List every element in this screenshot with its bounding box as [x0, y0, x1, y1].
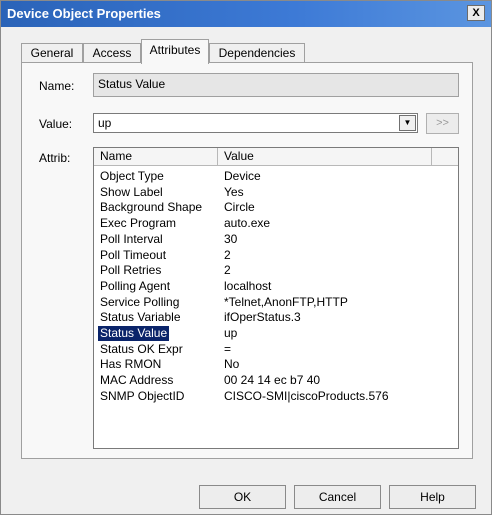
list-item[interactable]: Polling Agent localhost — [94, 279, 458, 294]
attribute-value: 2 — [224, 263, 231, 277]
list-item[interactable]: Service Polling *Telnet,AnonFTP,HTTP — [94, 295, 458, 310]
list-item[interactable]: Exec Program auto.exe — [94, 216, 458, 231]
ok-button[interactable]: OK — [199, 485, 286, 509]
attribute-value: Yes — [224, 185, 244, 199]
device-object-properties-dialog: Device Object Properties X General Acces… — [0, 0, 492, 515]
attribute-name: MAC Address — [100, 373, 174, 387]
attribute-value: 00 24 14 ec b7 40 — [224, 373, 321, 387]
attribute-value: CISCO-SMI|ciscoProducts.576 — [224, 389, 389, 403]
list-item[interactable]: Show Label Yes — [94, 185, 458, 200]
attribute-name: Service Polling — [100, 295, 180, 309]
attribute-name: Show Label — [100, 185, 163, 199]
list-item[interactable]: Background Shape Circle — [94, 200, 458, 215]
attribute-value: *Telnet,AnonFTP,HTTP — [224, 295, 348, 309]
attribute-value: ifOperStatus.3 — [224, 310, 301, 324]
title-bar[interactable]: Device Object Properties X — [1, 1, 491, 27]
value-label: Value: — [39, 117, 73, 131]
column-header-value[interactable]: Value — [218, 148, 432, 166]
list-item[interactable]: SNMP ObjectID CISCO-SMI|ciscoProducts.576 — [94, 389, 458, 404]
list-item[interactable]: Poll Interval 30 — [94, 232, 458, 247]
list-item[interactable]: Object Type Device — [94, 169, 458, 184]
tab-attributes[interactable]: Attributes — [141, 39, 209, 64]
attrib-label: Attrib: — [39, 151, 71, 165]
window-title: Device Object Properties — [7, 6, 161, 21]
attribute-value: Device — [224, 169, 261, 183]
attribute-value: up — [224, 326, 238, 340]
attribute-name: Background Shape — [100, 200, 203, 214]
attribute-name: Poll Retries — [100, 263, 162, 277]
list-item[interactable]: MAC Address 00 24 14 ec b7 40 — [94, 373, 458, 388]
list-item[interactable]: Poll Retries 2 — [94, 263, 458, 278]
attribute-name: Exec Program — [100, 216, 177, 230]
tab-access[interactable]: Access — [83, 43, 141, 63]
attribute-value: auto.exe — [224, 216, 271, 230]
attribute-value: Circle — [224, 200, 255, 214]
chevron-down-icon[interactable]: ▼ — [399, 115, 416, 131]
list-item[interactable]: Status Value up — [94, 326, 458, 341]
attribute-value: localhost — [224, 279, 272, 293]
attribute-name: SNMP ObjectID — [100, 389, 185, 403]
cancel-button[interactable]: Cancel — [294, 485, 381, 509]
attribute-name: Has RMON — [100, 357, 162, 371]
column-header-filler — [432, 148, 458, 166]
attribute-name: Status Variable — [100, 310, 181, 324]
tab-dependencies[interactable]: Dependencies — [209, 43, 305, 63]
help-button[interactable]: Help — [389, 485, 476, 509]
name-field: Status Value — [93, 73, 459, 97]
attribute-value: 30 — [224, 232, 238, 246]
name-label: Name: — [39, 79, 75, 93]
list-item[interactable]: Status OK Expr = — [94, 342, 458, 357]
attribute-name: Poll Interval — [100, 232, 163, 246]
attribute-name: Polling Agent — [100, 279, 171, 293]
close-button[interactable]: X — [467, 5, 485, 21]
list-header: Name Value — [94, 148, 458, 166]
attribute-value: 2 — [224, 248, 231, 262]
list-item[interactable]: Poll Timeout 2 — [94, 248, 458, 263]
attribute-value: No — [224, 357, 240, 371]
attribute-name: Object Type — [100, 169, 164, 183]
more-button[interactable]: >> — [426, 113, 459, 134]
attribute-name: Status OK Expr — [100, 342, 183, 356]
list-item[interactable]: Has RMON No — [94, 357, 458, 372]
tab-general[interactable]: General — [21, 43, 83, 63]
attribute-value: = — [224, 342, 232, 356]
attribute-name: Status Value — [98, 326, 170, 341]
attributes-list[interactable]: Name Value Object Type Device Show Label Ye… — [93, 147, 459, 449]
column-header-name[interactable]: Name — [94, 148, 218, 166]
attribute-name: Poll Timeout — [100, 248, 167, 262]
value-combobox[interactable]: up — [93, 113, 418, 133]
list-item[interactable]: Status Variable ifOperStatus.3 — [94, 310, 458, 325]
